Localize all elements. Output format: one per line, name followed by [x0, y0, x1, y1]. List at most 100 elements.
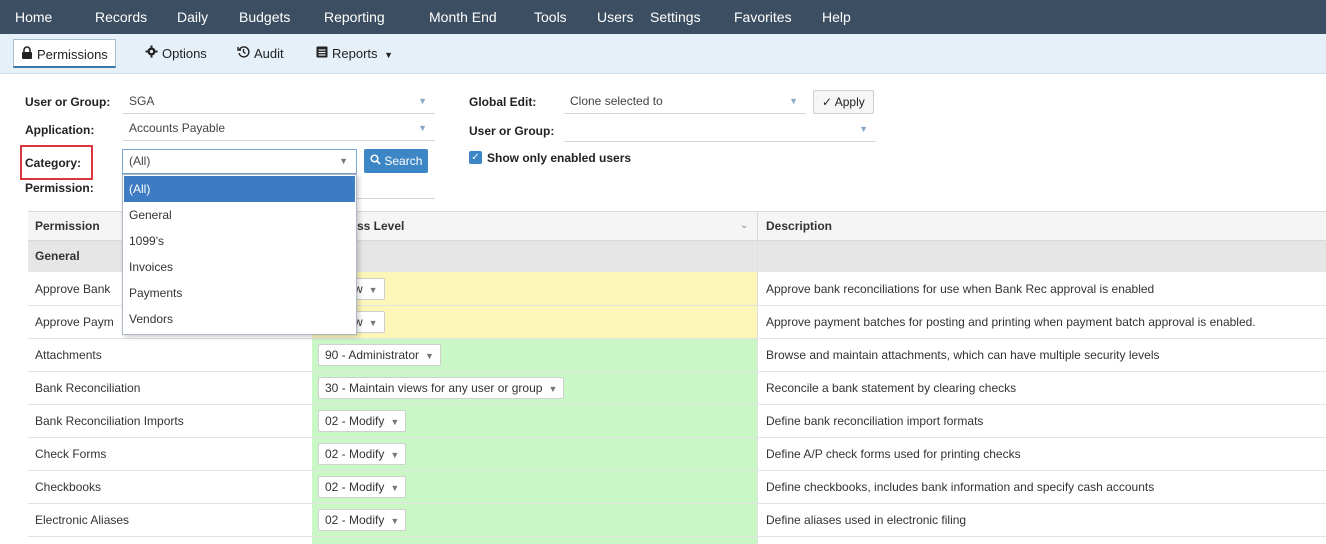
permission-input[interactable] — [357, 175, 435, 199]
chevron-down-icon: ▼ — [789, 96, 798, 106]
search-icon — [370, 154, 384, 168]
permission-column-header[interactable]: Permission — [35, 209, 100, 243]
category-option-1099s[interactable]: 1099's — [124, 228, 355, 254]
apply-button[interactable]: ✓ Apply — [813, 90, 874, 114]
category-option-vendors[interactable]: Vendors — [124, 306, 355, 332]
application-select[interactable]: Accounts Payable ▼ — [123, 117, 435, 141]
audit-label: Audit — [254, 46, 284, 61]
gear-icon — [145, 39, 158, 68]
permissions-tab[interactable]: Permissions — [13, 39, 116, 68]
permission-cell: Electronic Aliases — [35, 513, 130, 527]
access-level-value: 02 - Modify — [325, 480, 385, 494]
permission-cell: Approve Paym — [35, 315, 114, 329]
description-cell: Reconcile a bank statement by clearing c… — [766, 381, 1017, 395]
audit-button[interactable]: Audit — [230, 39, 291, 68]
row-divider — [28, 437, 1326, 438]
access-level-dropdown[interactable]: 02 - Modify ▼ — [318, 437, 407, 471]
column-divider — [757, 241, 758, 544]
nav-reporting[interactable]: Reporting — [324, 0, 385, 34]
global-edit-value: Clone selected to — [570, 94, 663, 108]
nav-budgets[interactable]: Budgets — [239, 0, 290, 34]
history-icon — [237, 39, 250, 68]
description-cell: Define A/P check forms used for printing… — [766, 447, 1021, 461]
caret-down-icon: ▼ — [384, 50, 394, 60]
reports-label: Reports — [332, 46, 378, 61]
nav-settings[interactable]: Settings — [650, 0, 701, 34]
caret-down-icon: ▼ — [390, 483, 400, 493]
description-cell: Browse and maintain attachments, which c… — [766, 348, 1160, 362]
chevron-down-icon: ▼ — [418, 123, 427, 133]
access-level-value: 02 - Modify — [325, 513, 385, 527]
lock-icon — [21, 40, 33, 69]
caret-down-icon: ▼ — [548, 384, 558, 394]
description-cell: Define aliases used in electronic filing — [766, 513, 967, 527]
nav-help[interactable]: Help — [822, 0, 851, 34]
permission-label: Permission: — [25, 181, 94, 195]
access-level-value: 90 - Administrator — [325, 348, 420, 362]
user-group-2-select[interactable]: ▼ — [564, 118, 876, 142]
description-cell: Approve payment batches for posting and … — [766, 315, 1256, 329]
column-menu-icon[interactable]: ⌄ — [740, 209, 748, 243]
show-enabled-label: Show only enabled users — [487, 151, 632, 165]
description-cell: Approve bank reconciliations for use whe… — [766, 282, 1155, 296]
category-option-all[interactable]: (All) — [124, 176, 355, 202]
caret-down-icon: ▼ — [390, 450, 400, 460]
nav-favorites[interactable]: Favorites — [734, 0, 792, 34]
permissions-label: Permissions — [37, 47, 108, 62]
search-label: Search — [384, 154, 423, 168]
permission-cell: Checkbooks — [35, 480, 102, 494]
global-edit-select[interactable]: Clone selected to ▼ — [564, 90, 806, 114]
top-nav: Home Records Daily Budgets Reporting Mon… — [0, 0, 1326, 34]
category-value: (All) — [129, 154, 151, 168]
caret-down-icon: ▼ — [368, 318, 378, 328]
application-label: Application: — [25, 123, 95, 137]
search-button[interactable]: Search — [364, 149, 429, 173]
application-value: Accounts Payable — [129, 121, 226, 135]
check-icon: ✓ — [822, 95, 833, 109]
nav-records[interactable]: Records — [95, 0, 147, 34]
user-group-2-label: User or Group: — [469, 124, 555, 138]
access-level-column-header[interactable]: ss Level — [357, 209, 404, 243]
nav-month-end[interactable]: Month End — [429, 0, 497, 34]
nav-tools[interactable]: Tools — [534, 0, 567, 34]
category-option-invoices[interactable]: Invoices — [124, 254, 355, 280]
access-level-dropdown[interactable]: 90 - Administrator ▼ — [318, 338, 441, 372]
chevron-down-icon: ▼ — [339, 156, 348, 166]
column-divider — [757, 212, 758, 240]
nav-users[interactable]: Users — [597, 0, 634, 34]
category-option-payments[interactable]: Payments — [124, 280, 355, 306]
options-button[interactable]: Options — [138, 39, 214, 68]
permission-cell: Bank Reconciliation Imports — [35, 414, 184, 428]
permission-cell: Attachments — [35, 348, 102, 362]
report-icon — [316, 39, 328, 68]
reports-button[interactable]: Reports ▼ — [309, 39, 400, 68]
options-label: Options — [162, 46, 207, 61]
user-group-value: SGA — [129, 94, 155, 108]
caret-down-icon: ▼ — [390, 417, 400, 427]
group-label: General — [35, 249, 80, 263]
chevron-down-icon: ▼ — [418, 96, 427, 106]
access-level-value: 02 - Modify — [325, 414, 385, 428]
user-group-select[interactable]: SGA ▼ — [123, 90, 435, 114]
access-level-dropdown[interactable]: 02 - Modify ▼ — [318, 503, 407, 537]
access-level-value: 30 - Maintain views for any user or grou… — [325, 381, 543, 395]
description-cell: Define checkbooks, includes bank informa… — [766, 480, 1155, 494]
nav-daily[interactable]: Daily — [177, 0, 208, 34]
row-divider — [28, 536, 1326, 537]
access-level-dropdown[interactable]: 02 - Modify ▼ — [318, 404, 407, 438]
description-cell: Define bank reconciliation import format… — [766, 414, 984, 428]
access-level-dropdown[interactable]: 30 - Maintain views for any user or grou… — [318, 371, 565, 405]
global-edit-label: Global Edit: — [469, 95, 537, 109]
access-level-dropdown[interactable]: 02 - Modify ▼ — [318, 470, 407, 504]
chevron-down-icon: ▼ — [859, 124, 868, 134]
description-column-header[interactable]: Description — [766, 209, 832, 243]
nav-home[interactable]: Home — [15, 0, 52, 34]
category-option-general[interactable]: General — [124, 202, 355, 228]
category-select[interactable]: (All) ▼ — [122, 149, 357, 174]
caret-down-icon: ▼ — [390, 516, 400, 526]
show-enabled-checkbox[interactable]: ✓ — [469, 151, 482, 164]
category-label: Category: — [25, 156, 82, 170]
permission-cell: Approve Bank — [35, 282, 111, 296]
user-group-label: User or Group: — [25, 95, 111, 109]
row-divider — [28, 404, 1326, 405]
